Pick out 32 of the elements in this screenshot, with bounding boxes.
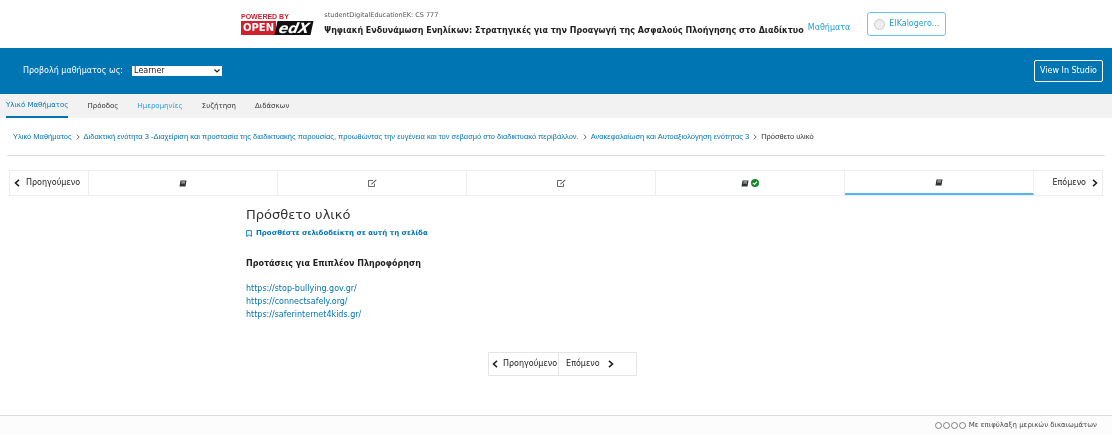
- edit-icon: [367, 179, 377, 187]
- breadcrumb-separator-icon: [582, 133, 587, 140]
- previous-button[interactable]: Προηγούμενο: [489, 352, 560, 375]
- chevron-left-icon: [492, 359, 498, 368]
- course-title: Ψηφιακή Ενδυνάμωση Ενηλίκων: Στρατηγικές για την Προαγωγή της Ασφαλούς Πλοήγησης στο Διαδίκτυο: [324, 24, 804, 37]
- breadcrumb-separator-icon: [753, 133, 758, 140]
- edit-icon: [556, 179, 566, 187]
- page-title: Πρόσθετο υλικό: [246, 208, 351, 221]
- avatar-icon: [874, 18, 886, 30]
- chevron-right-icon: [607, 359, 614, 368]
- book-icon: [741, 179, 749, 187]
- bookmark-icon: [246, 229, 252, 237]
- unit-tab[interactable]: [845, 171, 1034, 195]
- preview-label: Προβολή μαθήματος ως:: [23, 65, 124, 77]
- chevron-right-icon: [1092, 179, 1098, 187]
- resource-link[interactable]: https://saferinternet4kids.gr/: [246, 308, 362, 320]
- chevron-left-icon: [14, 179, 20, 187]
- user-menu-button[interactable]: ElKalogero...: [867, 12, 947, 36]
- role-select[interactable]: Learner: [132, 66, 223, 76]
- next-button[interactable]: Επόμενο: [1034, 171, 1102, 195]
- book-icon: [935, 178, 943, 186]
- section-heading: Προτάσεις για Επιπλέον Πληροφόρηση: [246, 257, 421, 270]
- view-in-studio-button[interactable]: View In Studio: [1034, 60, 1103, 82]
- chevron-down-icon: [214, 69, 221, 73]
- next-button[interactable]: Επόμενο: [559, 352, 614, 375]
- resource-link[interactable]: https://connectsafely.org/: [246, 295, 362, 307]
- book-icon: [179, 179, 187, 187]
- previous-button[interactable]: Προηγούμενο: [10, 171, 89, 195]
- breadcrumb-separator-icon: [75, 133, 80, 140]
- courses-link[interactable]: Μαθήματα: [807, 22, 851, 34]
- resource-link[interactable]: https://stop-bullying.gov.gr/: [246, 282, 362, 294]
- creative-commons-icons: [934, 422, 967, 429]
